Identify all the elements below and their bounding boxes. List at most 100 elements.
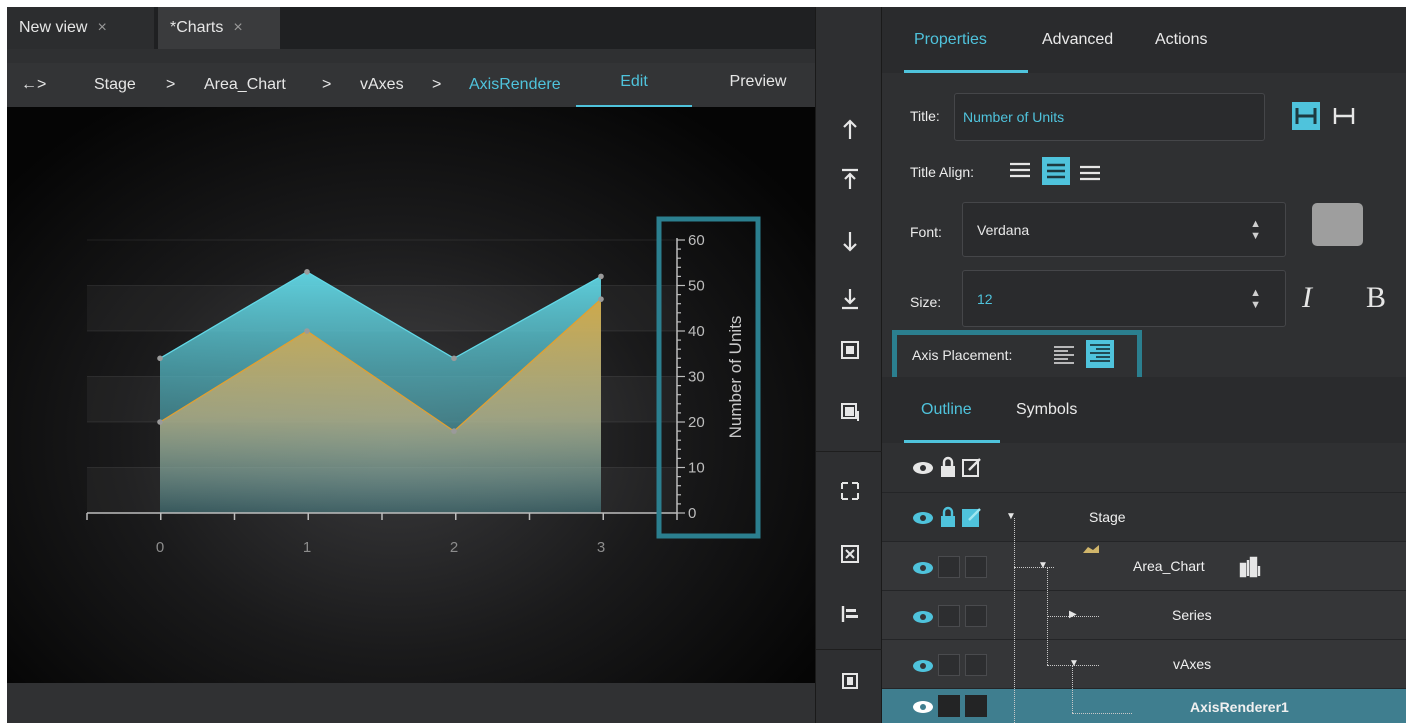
title-value: Number of Units — [963, 109, 1065, 125]
breadcrumb-item-stage[interactable]: Stage — [94, 63, 136, 107]
y-tick-label: 60 — [688, 232, 705, 249]
edit-icon[interactable] — [961, 456, 983, 478]
lock-checkbox[interactable] — [938, 654, 960, 676]
y-tick-label: 40 — [688, 323, 705, 340]
edit-checkbox[interactable] — [965, 654, 987, 676]
data-point — [304, 269, 310, 275]
y-axis-title: Number of Units — [726, 316, 745, 439]
expand-button[interactable] — [816, 471, 883, 511]
close-icon[interactable]: × — [97, 19, 106, 37]
tree-connector — [1072, 713, 1132, 714]
move-up-button[interactable] — [816, 110, 883, 150]
breadcrumb-item-area-chart[interactable]: Area_Chart — [204, 63, 286, 107]
outline-row-axisrenderer1[interactable]: AxisRenderer1 — [882, 689, 1406, 723]
eye-icon[interactable] — [912, 509, 934, 527]
x-axis: 0 1 2 3 — [86, 512, 678, 556]
title-label: Title: — [910, 108, 940, 124]
size-value: 12 — [977, 290, 993, 307]
tab-outline[interactable]: Outline — [921, 377, 972, 443]
outline-header — [882, 443, 1406, 493]
align-left-button[interactable] — [816, 594, 883, 634]
lock-checkbox[interactable] — [938, 605, 960, 627]
tab-new-view[interactable]: New view × — [7, 7, 154, 49]
document-tab-bar: New view × *Charts × — [7, 7, 815, 49]
eye-icon[interactable] — [912, 698, 934, 716]
chart-symbol-icon — [1239, 556, 1261, 578]
title-align-left-button[interactable] — [1008, 159, 1032, 181]
breadcrumb-item-axisrenderer[interactable]: AxisRendere — [469, 63, 561, 107]
close-box-icon — [840, 545, 859, 563]
move-down-button[interactable] — [816, 221, 883, 261]
send-to-bottom-button[interactable] — [816, 279, 883, 319]
properties-tab-bar: Properties Advanced Actions — [882, 7, 1406, 73]
lock-checkbox[interactable] — [938, 695, 960, 717]
eye-icon[interactable] — [912, 657, 934, 675]
font-color-swatch[interactable] — [1312, 203, 1363, 246]
right-panel: Properties Advanced Actions Title: Numbe… — [882, 7, 1406, 723]
eye-icon[interactable] — [912, 559, 934, 577]
collapse-arrow-icon[interactable]: ▼ — [1069, 658, 1079, 669]
edit-checkbox[interactable] — [965, 695, 987, 717]
bold-button[interactable]: B — [1366, 281, 1386, 315]
size-select[interactable]: 12 ▲ ▼ — [962, 270, 1286, 327]
text-align-right-icon — [1090, 344, 1110, 362]
outline-item-name: Stage — [1089, 509, 1126, 525]
breadcrumb-separator: > — [322, 76, 332, 93]
breadcrumb: ←> Stage > Area_Chart > vAxes > AxisRend… — [7, 63, 815, 107]
title-placement-inside-button[interactable] — [1292, 102, 1320, 130]
edit-checkbox[interactable] — [965, 556, 987, 578]
outline-row-vaxes[interactable]: ▼ vAxes — [882, 640, 1406, 689]
edit-icon[interactable] — [961, 506, 983, 528]
data-point — [598, 296, 604, 302]
fit-frame-button[interactable] — [816, 330, 883, 370]
close-icon[interactable]: × — [233, 19, 242, 37]
axis-placement-right-button[interactable] — [1086, 340, 1114, 368]
preview-tab[interactable]: Preview — [713, 63, 803, 107]
eye-icon[interactable] — [912, 459, 934, 477]
tab-properties[interactable]: Properties — [914, 7, 987, 73]
outline-item-name: AxisRenderer1 — [1190, 699, 1289, 715]
group-button[interactable] — [816, 392, 883, 432]
edit-tab[interactable]: Edit — [576, 63, 692, 107]
outline-row-stage[interactable]: ▼ Stage — [882, 493, 1406, 542]
title-align-right-button[interactable] — [1078, 162, 1102, 184]
align-center-lines-icon — [1047, 163, 1065, 179]
close-box-button[interactable] — [816, 534, 883, 574]
outline-row-series[interactable]: ▶ Series — [882, 591, 1406, 640]
y-axis[interactable]: 0 10 20 30 40 50 60 — [676, 232, 705, 522]
outline-item-name: Area_Chart — [1133, 558, 1205, 574]
size-label: Size: — [910, 294, 942, 310]
lock-icon[interactable] — [938, 506, 958, 528]
tab-actions[interactable]: Actions — [1155, 7, 1207, 73]
expand-icon — [840, 482, 859, 500]
tab-advanced[interactable]: Advanced — [1042, 7, 1113, 73]
eye-icon[interactable] — [912, 608, 934, 626]
title-align-center-button[interactable] — [1042, 157, 1070, 185]
back-arrow-icon[interactable]: ←> — [21, 63, 46, 107]
arrow-down-icon — [842, 232, 857, 252]
expand-arrow-icon[interactable]: ▶ — [1069, 609, 1077, 620]
lock-checkbox[interactable] — [938, 556, 960, 578]
area-chart-icon — [1083, 545, 1099, 553]
panel-toggle-button[interactable] — [816, 661, 883, 701]
toolbar-divider — [816, 451, 883, 452]
breadcrumb-item-vaxes[interactable]: vAxes — [360, 63, 404, 107]
x-tick-label: 0 — [156, 539, 164, 556]
chart-canvas[interactable]: 0 1 2 3 0 10 20 30 40 50 60 Number of Units — [7, 107, 815, 683]
data-point — [451, 355, 457, 362]
text-align-left-icon — [1054, 346, 1074, 364]
arrow-to-top-icon — [841, 168, 858, 189]
italic-button[interactable]: I — [1302, 281, 1312, 315]
area-chart[interactable]: 0 1 2 3 0 10 20 30 40 50 60 Number of Units — [7, 107, 815, 683]
title-placement-outside-button[interactable] — [1330, 102, 1358, 130]
outline-row-area-chart[interactable]: ▼ Area_Chart — [882, 542, 1406, 591]
title-input[interactable]: Number of Units — [954, 93, 1265, 141]
tab-symbols[interactable]: Symbols — [1016, 377, 1077, 443]
bring-to-top-button[interactable] — [816, 159, 883, 199]
data-point — [598, 273, 604, 280]
lock-icon[interactable] — [938, 456, 958, 478]
axis-placement-left-button[interactable] — [1052, 343, 1076, 367]
font-select[interactable]: Verdana ▲ ▼ — [962, 202, 1286, 257]
tab-charts[interactable]: *Charts × — [158, 7, 280, 49]
edit-checkbox[interactable] — [965, 605, 987, 627]
